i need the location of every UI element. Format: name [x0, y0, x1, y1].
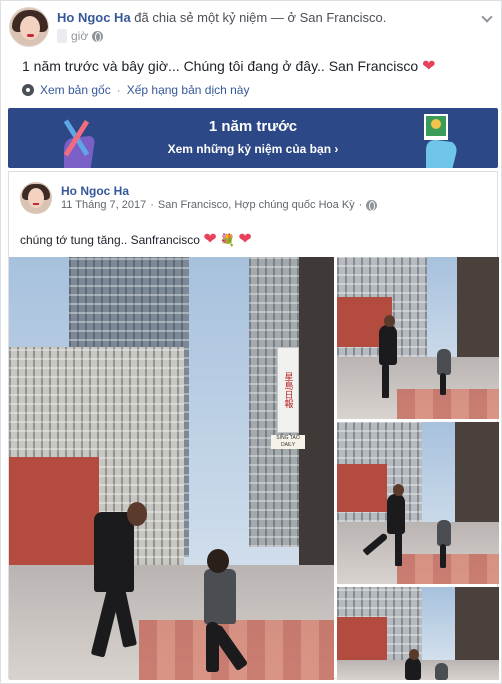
meta-dot: · [150, 199, 154, 211]
shared-memory-card: Ho Ngoc Ha 11 Tháng 7, 2017 · San Franci… [8, 171, 499, 680]
post-text-content: 1 năm trước và bây giờ... Chúng tôi đang… [22, 58, 419, 74]
chevron-down-icon[interactable] [481, 11, 493, 23]
daily-sign: SING TAO DAILY [271, 435, 305, 449]
photo-right-2[interactable] [337, 422, 499, 584]
heart-emoji: ❤ [238, 231, 252, 248]
post-text: 1 năm trước và bây giờ... Chúng tôi đang… [22, 56, 435, 76]
action-text: đã chia sẻ một kỷ niệm — ở San Francisco… [134, 10, 387, 25]
globe-icon[interactable] [366, 199, 378, 211]
photo-right-3[interactable] [337, 587, 499, 680]
author-avatar[interactable] [9, 7, 49, 47]
shared-meta: 11 Tháng 7, 2017 · San Francisco, Hợp ch… [61, 199, 378, 211]
shared-caption: chúng tớ tung tăng.. Sanfrancisco ❤ 💐 ❤ [20, 229, 252, 249]
shared-date[interactable]: 11 Tháng 7, 2017 [61, 199, 146, 211]
memory-banner[interactable]: 1 năm trước Xem những kỷ niệm của bạn › [8, 108, 498, 168]
photo-right-1[interactable] [337, 257, 499, 419]
shared-author-avatar[interactable] [20, 182, 52, 214]
translation-bar: Xem bản gốc · Xếp hạng bản dịch này [22, 83, 249, 97]
author-name[interactable]: Ho Ngoc Ha [57, 10, 131, 25]
heart-emoji: ❤ [203, 231, 217, 248]
post-time[interactable]: giờ [71, 29, 88, 43]
heart-emoji: ❤ [422, 58, 436, 75]
rate-translation-link[interactable]: Xếp hạng bản dịch này [127, 83, 250, 97]
shared-location[interactable]: San Francisco, Hợp chúng quốc Hoa Kỳ [158, 199, 355, 211]
sign-english-text: SING TAO DAILY [276, 435, 300, 448]
post-header: Ho Ngoc Ha đã chia sẻ một kỷ niệm — ở Sa… [57, 10, 386, 25]
gear-icon[interactable] [22, 84, 34, 96]
post-meta: giờ [57, 29, 104, 43]
chinese-sign: 星島日報 [277, 347, 299, 433]
hand-photo-icon [424, 114, 457, 168]
photo-main[interactable]: 星島日報 SING TAO DAILY [9, 257, 334, 680]
memory-post: Ho Ngoc Ha đã chia sẻ một kỷ niệm — ở Sa… [0, 0, 502, 684]
see-original-link[interactable]: Xem bản gốc [40, 83, 111, 97]
shared-author-name[interactable]: Ho Ngoc Ha [61, 184, 129, 198]
caption-text: chúng tớ tung tăng.. Sanfrancisco [20, 233, 200, 247]
bouquet-emoji: 💐 [220, 233, 236, 247]
separator: · [116, 83, 121, 97]
time-blur [57, 29, 67, 43]
sign-chinese-text: 星島日報 [282, 372, 293, 408]
meta-dot-2: · [358, 199, 363, 211]
globe-icon[interactable] [92, 30, 104, 42]
